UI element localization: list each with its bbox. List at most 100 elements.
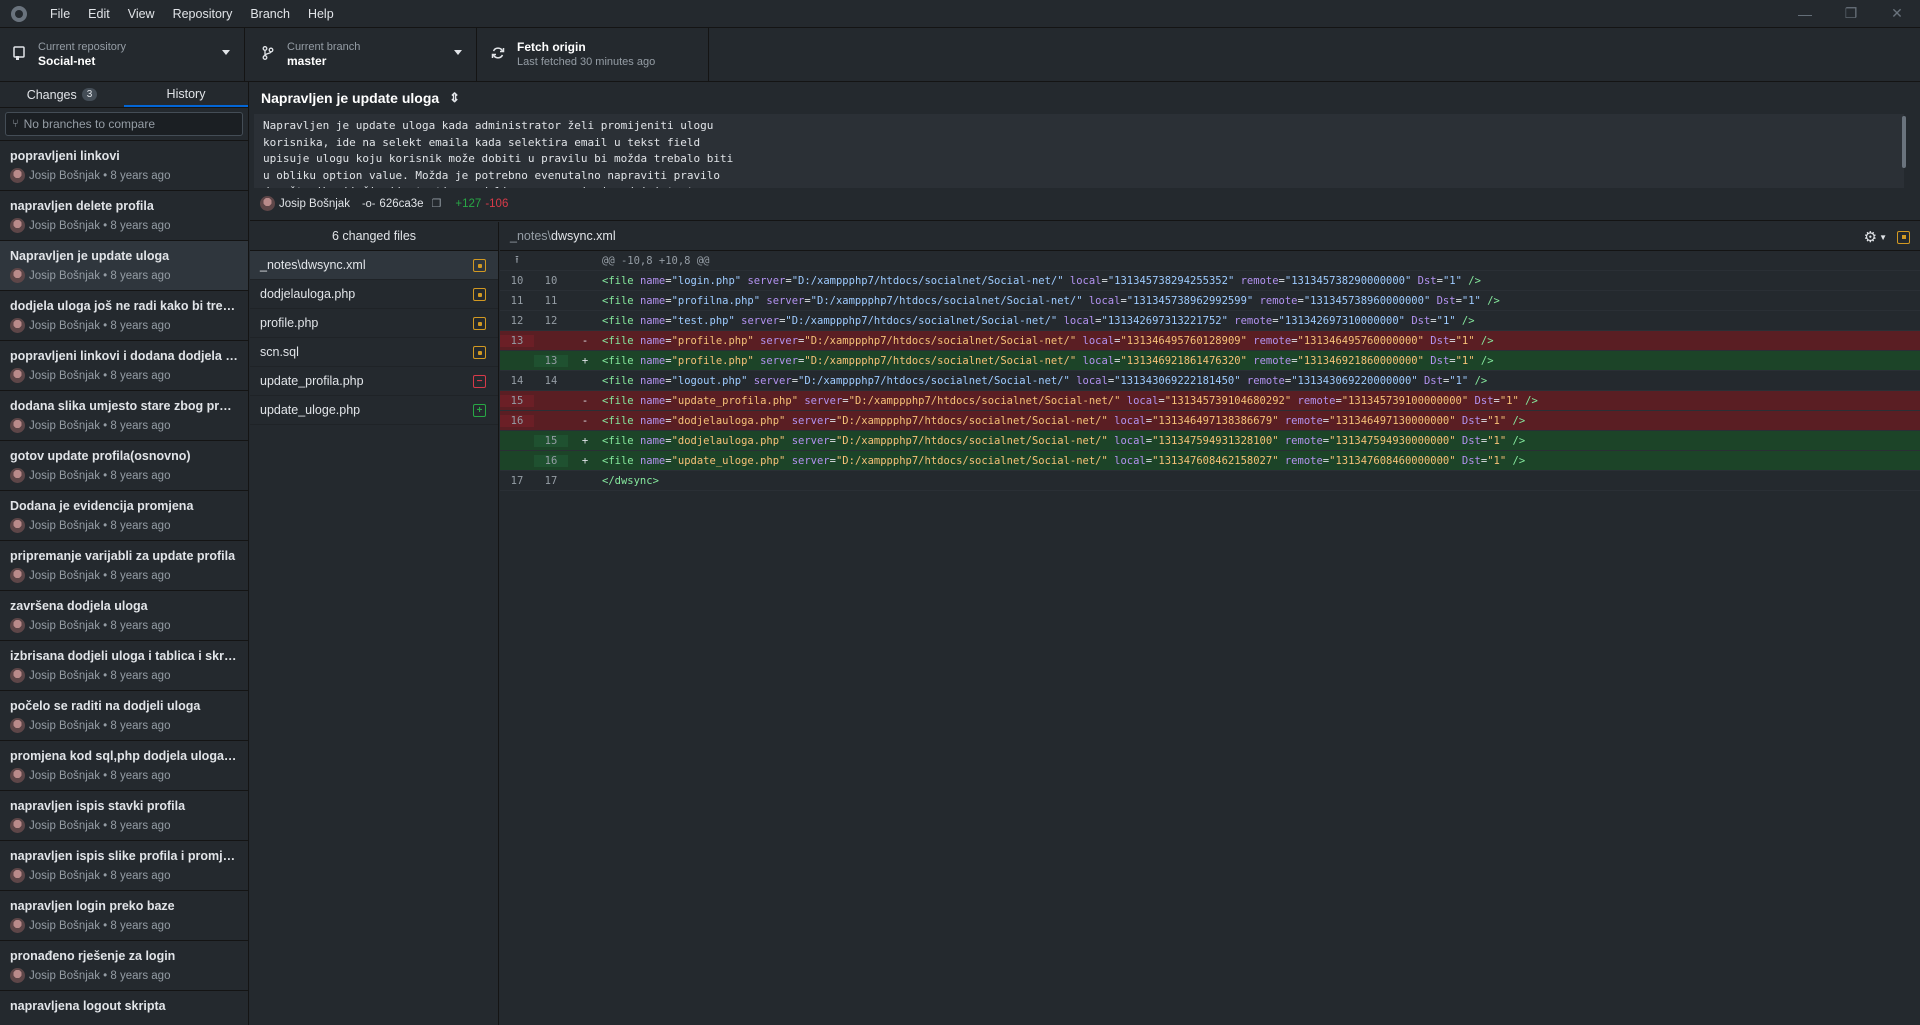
avatar bbox=[10, 568, 25, 583]
minimize-button[interactable]: — bbox=[1782, 0, 1828, 28]
commit-list-item[interactable]: Dodana je evidencija promjena Josip Bošnj… bbox=[0, 491, 248, 541]
commit-item-author: Josip Bošnjak • 8 years ago bbox=[29, 169, 171, 182]
avatar bbox=[10, 468, 25, 483]
attr-server-value: D:/xamppphp7/htdocs/socialnet/Social-net… bbox=[842, 434, 1102, 447]
avatar bbox=[10, 968, 25, 983]
sidebar: Changes 3 History ⑂ No branches to compa… bbox=[0, 82, 249, 1025]
changed-file-name: profile.php bbox=[260, 316, 319, 330]
commit-list-item[interactable]: napravljen ispis slike profila i promjen… bbox=[0, 841, 248, 891]
current-branch-button[interactable]: Current branch master bbox=[245, 28, 477, 81]
expand-hunk-icon[interactable]: ⭱ bbox=[500, 252, 534, 270]
tab-history[interactable]: History bbox=[124, 82, 248, 107]
commit-item-author: Josip Bošnjak • 8 years ago bbox=[29, 219, 171, 232]
close-button[interactable]: ✕ bbox=[1874, 0, 1920, 28]
commit-list-item[interactable]: dodana slika umjesto stare zbog pregle..… bbox=[0, 391, 248, 441]
diff-code: <file name="profile.php" server="D:/xamp… bbox=[602, 354, 1494, 367]
changed-file-item[interactable]: scn.sql bbox=[250, 338, 498, 367]
avatar bbox=[10, 668, 25, 683]
commit-item-author: Josip Bošnjak • 8 years ago bbox=[29, 919, 171, 932]
commit-list-item[interactable]: napravljen login preko baze Josip Bošnjak… bbox=[0, 891, 248, 941]
fetch-sub: Last fetched 30 minutes ago bbox=[517, 56, 656, 68]
attr-local-value: 131342697313221752 bbox=[1107, 314, 1222, 327]
changed-file-item[interactable]: update_profila.php − bbox=[250, 367, 498, 396]
changed-file-name: scn.sql bbox=[260, 345, 299, 359]
menu-help[interactable]: Help bbox=[299, 7, 343, 21]
changed-file-item[interactable]: profile.php bbox=[250, 309, 498, 338]
changed-file-item[interactable]: _notes\dwsync.xml bbox=[250, 251, 498, 280]
avatar bbox=[10, 268, 25, 283]
file-deleted-icon: − bbox=[473, 375, 486, 388]
commit-list-item[interactable]: dodjela uloga još ne radi kako bi trebal… bbox=[0, 291, 248, 341]
chevron-down-icon bbox=[454, 50, 462, 55]
commit-list-item[interactable]: pronađeno rješenje za login Josip Bošnjak… bbox=[0, 941, 248, 991]
commit-list-item[interactable]: završena dodjela uloga Josip Bošnjak • 8 … bbox=[0, 591, 248, 641]
restore-button[interactable]: ❐ bbox=[1828, 0, 1874, 28]
diff-line-context: 11 11 <file name="profilna.php" server="D:… bbox=[500, 291, 1920, 311]
avatar bbox=[10, 718, 25, 733]
old-line-number: 17 bbox=[510, 474, 524, 487]
old-line-number: 14 bbox=[510, 374, 524, 387]
diff-file-path: _notes\ dwsync.xml bbox=[500, 222, 1920, 251]
menu-view[interactable]: View bbox=[119, 7, 164, 21]
attr-remote-value: 131347608460000000 bbox=[1335, 454, 1450, 467]
attr-local-value: 131346921861476320 bbox=[1126, 354, 1241, 367]
commit-item-meta: Josip Bošnjak • 8 years ago bbox=[10, 918, 238, 933]
avatar bbox=[10, 368, 25, 383]
changed-file-item[interactable]: dodjelauloga.php bbox=[250, 280, 498, 309]
commit-list-item[interactable]: gotov update profila(osnovno) Josip Bošnj… bbox=[0, 441, 248, 491]
commit-item-title: promjena kod sql,php dodjela uloga i css bbox=[10, 749, 238, 763]
commit-list-item[interactable]: počelo se raditi na dodjeli uloga Josip B… bbox=[0, 691, 248, 741]
new-line-number: 15 bbox=[534, 434, 568, 447]
toolbar: Current repository Social-net Current br… bbox=[0, 28, 1920, 82]
expand-description-icon[interactable]: ⇕ bbox=[449, 90, 460, 106]
commit-list-item[interactable]: Napravljen je update uloga Josip Bošnjak … bbox=[0, 241, 248, 291]
menu-file[interactable]: File bbox=[41, 7, 79, 21]
commit-list-item[interactable]: popravljeni linkovi i dodana dodjela ul.… bbox=[0, 341, 248, 391]
commit-list-item[interactable]: napravljena logout skripta bbox=[0, 991, 248, 1025]
attr-remote-value: 131345738290000000 bbox=[1291, 274, 1405, 287]
commit-list-item[interactable]: popravljeni linkovi Josip Bošnjak • 8 yea… bbox=[0, 141, 248, 191]
commit-list-item[interactable]: promjena kod sql,php dodjela uloga i css… bbox=[0, 741, 248, 791]
avatar bbox=[260, 196, 275, 211]
menu-edit[interactable]: Edit bbox=[79, 7, 119, 21]
diff-code: </dwsync> bbox=[602, 474, 659, 487]
diff-marker: + bbox=[581, 434, 589, 447]
commit-item-meta: Josip Bošnjak • 8 years ago bbox=[10, 418, 238, 433]
branch-value: master bbox=[287, 54, 327, 68]
diff-code: <file name="dodjelauloga.php" server="D:… bbox=[602, 414, 1526, 427]
current-repository-button[interactable]: Current repository Social-net bbox=[0, 28, 245, 81]
diff-path-file: dwsync.xml bbox=[551, 229, 616, 243]
commit-item-author: Josip Bošnjak • 8 years ago bbox=[29, 819, 171, 832]
commit-item-author: Josip Bošnjak • 8 years ago bbox=[29, 569, 171, 582]
copy-icon[interactable]: ❐ bbox=[432, 197, 442, 210]
menu-branch[interactable]: Branch bbox=[241, 7, 299, 21]
commit-item-author: Josip Bošnjak • 8 years ago bbox=[29, 419, 171, 432]
attr-name-value: logout.php bbox=[677, 374, 742, 387]
attr-server-value: D:/xamppphp7/htdocs/socialnet/Social-net… bbox=[810, 334, 1070, 347]
menu-repository[interactable]: Repository bbox=[164, 7, 242, 21]
fetch-origin-button[interactable]: Fetch origin Last fetched 30 minutes ago bbox=[477, 28, 709, 81]
commit-item-author: Josip Bošnjak • 8 years ago bbox=[29, 669, 171, 682]
gear-icon[interactable]: ⚙ bbox=[1864, 228, 1877, 246]
commit-item-author: Josip Bošnjak • 8 years ago bbox=[29, 469, 171, 482]
branch-compare-input[interactable]: ⑂ No branches to compare bbox=[5, 112, 243, 136]
commit-item-meta: Josip Bošnjak • 8 years ago bbox=[10, 468, 238, 483]
commit-list-item[interactable]: napravljen delete profila Josip Bošnjak •… bbox=[0, 191, 248, 241]
tab-changes[interactable]: Changes 3 bbox=[0, 82, 124, 107]
avatar bbox=[10, 418, 25, 433]
commit-list-item[interactable]: izbrisana dodjeli uloga i tablica i skri… bbox=[0, 641, 248, 691]
commit-list-item[interactable]: napravljen ispis stavki profila Josip Boš… bbox=[0, 791, 248, 841]
commit-item-title: napravljen delete profila bbox=[10, 199, 154, 213]
old-line-number: 16 bbox=[500, 414, 534, 427]
attr-remote-value: 131346495760000000 bbox=[1303, 334, 1418, 347]
commit-item-meta: Josip Bošnjak • 8 years ago bbox=[10, 318, 238, 333]
attr-name-value: dodjelauloga.php bbox=[677, 434, 780, 447]
chevron-down-icon[interactable]: ▼ bbox=[1879, 233, 1887, 242]
avatar bbox=[10, 518, 25, 533]
branch-icon bbox=[259, 46, 277, 63]
description-scrollbar[interactable] bbox=[1902, 116, 1906, 168]
commit-list-item[interactable]: pripremanje varijabli za update profila J… bbox=[0, 541, 248, 591]
commit-item-meta: Josip Bošnjak • 8 years ago bbox=[10, 368, 238, 383]
commit-item-meta: Josip Bošnjak • 8 years ago bbox=[10, 518, 238, 533]
changed-file-item[interactable]: update_uloge.php + bbox=[250, 396, 498, 425]
